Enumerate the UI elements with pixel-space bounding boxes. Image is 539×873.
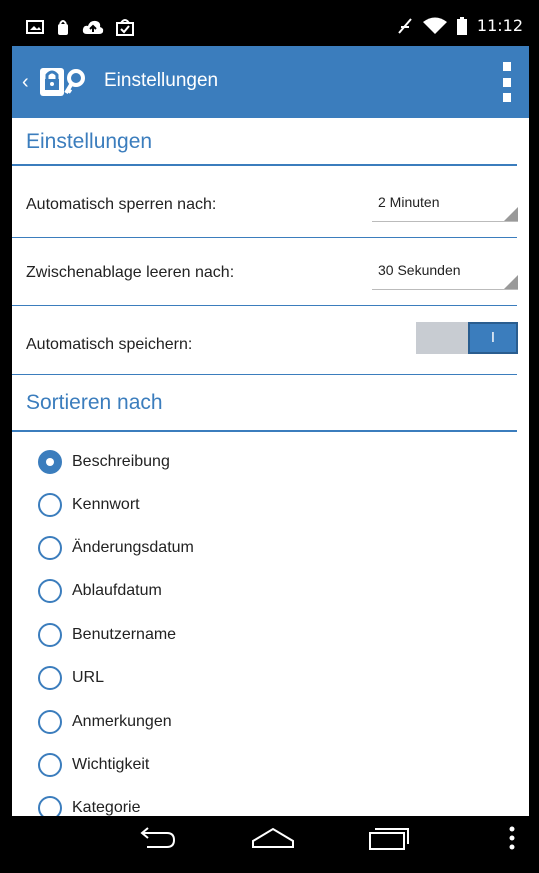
section-header-settings: Einstellungen xyxy=(12,118,517,166)
auto-save-toggle[interactable]: I xyxy=(416,322,518,354)
radio-unchecked-icon xyxy=(38,493,62,517)
radio-unchecked-icon xyxy=(38,666,62,690)
home-button[interactable] xyxy=(238,820,308,856)
wifi-icon xyxy=(422,17,447,34)
status-bar-left xyxy=(26,18,134,36)
radio-checked-icon xyxy=(38,450,62,474)
clear-clipboard-label: Zwischenablage leeren nach: xyxy=(26,264,235,281)
sort-option-username[interactable]: Benutzername xyxy=(38,615,176,655)
auto-save-label: Automatisch speichern: xyxy=(26,336,193,353)
toggle-thumb: I xyxy=(468,322,518,354)
radio-unchecked-icon xyxy=(38,796,62,816)
radio-unchecked-icon xyxy=(38,753,62,777)
section-header-sort: Sortieren nach xyxy=(12,374,517,432)
sort-option-password[interactable]: Kennwort xyxy=(38,485,140,525)
chevron-left-icon: ‹ xyxy=(22,70,29,93)
sort-option-label: Benutzername xyxy=(72,626,177,643)
sort-option-label: Wichtigkeit xyxy=(72,756,150,773)
cloud-upload-icon xyxy=(82,20,104,34)
sort-option-category[interactable]: Kategorie xyxy=(38,788,141,816)
settings-content[interactable]: Einstellungen Automatisch sperren nach: … xyxy=(12,118,529,816)
sort-option-label: Ablaufdatum xyxy=(72,582,162,599)
notification-icon xyxy=(58,20,68,35)
spinner-arrow-icon xyxy=(504,207,518,221)
image-icon xyxy=(26,20,44,34)
recents-button[interactable] xyxy=(354,820,424,856)
section-title-sort: Sortieren nach xyxy=(26,391,163,414)
sort-option-importance[interactable]: Wichtigkeit xyxy=(38,745,149,785)
status-time: 11:12 xyxy=(476,16,523,35)
sort-option-description[interactable]: Beschreibung xyxy=(38,442,170,482)
auto-lock-spinner[interactable]: 2 Minuten xyxy=(372,190,518,222)
home-icon xyxy=(252,827,294,848)
battery-icon xyxy=(456,16,467,35)
sort-option-label: Beschreibung xyxy=(72,453,170,470)
auto-lock-row: Automatisch sperren nach: 2 Minuten xyxy=(12,170,518,238)
auto-save-row: Automatisch speichern: I xyxy=(12,306,518,374)
sort-option-notes[interactable]: Anmerkungen xyxy=(38,702,172,742)
radio-unchecked-icon xyxy=(38,536,62,560)
signal-off-icon xyxy=(398,17,412,34)
section-title-settings: Einstellungen xyxy=(26,130,153,153)
radio-unchecked-icon xyxy=(38,710,62,734)
sort-option-url[interactable]: URL xyxy=(38,658,104,698)
sort-option-label: Kennwort xyxy=(72,496,140,513)
sort-option-label: Änderungsdatum xyxy=(72,539,194,556)
radio-unchecked-icon xyxy=(38,623,62,647)
shopping-bag-icon xyxy=(116,19,134,36)
system-navigation-bar xyxy=(12,816,529,859)
recents-icon xyxy=(369,828,409,850)
lock-key-logo-icon xyxy=(40,68,85,96)
radio-unchecked-icon xyxy=(38,579,62,603)
status-bar: 11:12 xyxy=(12,10,529,46)
overflow-dot xyxy=(503,93,511,102)
app-bar: ‹ Einstellungen xyxy=(12,46,529,118)
sort-option-expiry-date[interactable]: Ablaufdatum xyxy=(38,571,162,611)
auto-lock-value: 2 Minuten xyxy=(378,194,440,210)
sort-option-label: Kategorie xyxy=(72,799,141,816)
sort-option-modified-date[interactable]: Änderungsdatum xyxy=(38,528,194,568)
menu-button[interactable] xyxy=(502,820,522,856)
overflow-dot xyxy=(503,77,511,87)
sort-option-label: Anmerkungen xyxy=(72,713,172,730)
status-bar-right: 11:12 xyxy=(397,16,523,35)
overflow-dot xyxy=(503,62,511,71)
back-arrow-icon xyxy=(140,827,176,848)
clear-clipboard-spinner[interactable]: 30 Sekunden xyxy=(372,258,518,290)
clear-clipboard-row: Zwischenablage leeren nach: 30 Sekunden xyxy=(12,238,518,306)
overflow-menu-button[interactable] xyxy=(499,62,515,102)
device-screen: 11:12 ‹ Einstellungen Einstellungen Auto… xyxy=(12,10,529,859)
overflow-dots-icon xyxy=(509,826,515,850)
spinner-arrow-icon xyxy=(504,275,518,289)
clear-clipboard-value: 30 Sekunden xyxy=(378,262,461,278)
auto-lock-label: Automatisch sperren nach: xyxy=(26,196,217,213)
back-button[interactable] xyxy=(122,820,192,856)
sort-option-label: URL xyxy=(72,669,105,686)
app-bar-title: Einstellungen xyxy=(104,70,219,91)
